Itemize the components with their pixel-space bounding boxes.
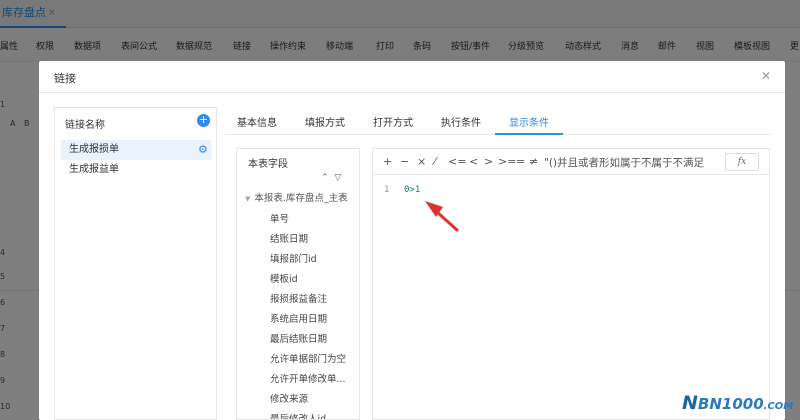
annotation-arrow-icon <box>425 201 459 232</box>
site-watermark: NBN1000.COM <box>682 392 793 414</box>
tab-exec-condition[interactable]: 执行条件 <box>441 114 481 129</box>
link-item-loss-report[interactable]: 生成报损单 ⚙ <box>61 140 211 160</box>
neq-operator-button[interactable]: ≠ <box>529 155 538 168</box>
tab-display-condition[interactable]: 显示条件 <box>509 114 549 129</box>
tab-fill-mode[interactable]: 填报方式 <box>305 114 345 129</box>
field-tree-panel: 本表字段 ⌃ ▽ ▼ 本报表.库存盘点_主表 单号 结账日期 填报部门id 模板i… <box>236 148 360 420</box>
plus-operator-button[interactable]: + <box>383 155 392 168</box>
field-item[interactable]: 单号 <box>270 211 289 225</box>
watermark-suffix: .COM <box>763 401 794 412</box>
close-icon[interactable]: ✕ <box>761 69 771 83</box>
expand-collapse-icon[interactable]: ⌃ <box>321 173 329 183</box>
field-item[interactable]: 模板id <box>270 271 298 285</box>
dialog-header: 链接 ✕ <box>39 61 785 93</box>
field-item[interactable]: 系统启用日期 <box>270 311 327 325</box>
field-item[interactable]: 最后修改人id <box>270 411 326 419</box>
gt-operator-button[interactable]: > <box>484 155 493 168</box>
link-dialog: 链接 ✕ 链接名称 + 生成报损单 ⚙ 生成报益单 基本信息 填报方式 打开方式… <box>39 61 785 420</box>
gte-operator-button[interactable]: >= <box>498 155 516 168</box>
field-item[interactable]: 最后结账日期 <box>270 331 327 345</box>
fx-function-button[interactable]: fx <box>725 153 759 171</box>
gear-icon[interactable]: ⚙ <box>198 140 208 160</box>
link-item-label: 生成报损单 <box>69 144 119 155</box>
add-link-button[interactable]: + <box>197 114 210 127</box>
filter-icon[interactable]: ▽ <box>334 173 341 183</box>
field-item[interactable]: 允许开单修改单... <box>270 371 346 385</box>
dialog-title: 链接 <box>54 72 76 85</box>
link-list-title: 链接名称 <box>65 120 105 131</box>
field-panel-title: 本表字段 <box>248 159 288 170</box>
field-tools: ⌃ ▽ <box>321 173 344 183</box>
field-item[interactable]: 填报部门id <box>270 251 317 265</box>
divide-operator-button[interactable]: ⁄ <box>434 155 436 168</box>
lt-operator-button[interactable]: < <box>469 155 478 168</box>
minus-operator-button[interactable]: − <box>400 155 409 168</box>
watermark-middle: BN1000 <box>697 395 764 413</box>
eq-operator-button[interactable]: = <box>516 155 525 168</box>
caret-down-icon[interactable]: ▼ <box>245 195 250 203</box>
link-item-gain-report[interactable]: 生成报益单 <box>61 160 211 180</box>
settings-tabs: 基本信息 填报方式 打开方式 执行条件 显示条件 <box>225 107 771 135</box>
logic-operators[interactable]: "()并且或者形如属于不属于不满足 <box>544 155 728 170</box>
active-tab-indicator <box>495 133 563 135</box>
link-item-label: 生成报益单 <box>69 164 119 175</box>
field-item[interactable]: 报损报益备注 <box>270 291 327 305</box>
lte-operator-button[interactable]: <= <box>448 155 466 168</box>
link-list-panel: 链接名称 + 生成报损单 ⚙ 生成报益单 <box>54 107 217 420</box>
tree-root-node[interactable]: ▼ 本报表.库存盘点_主表 <box>245 190 348 204</box>
watermark-prefix: N <box>682 392 698 414</box>
tab-open-mode[interactable]: 打开方式 <box>373 114 413 129</box>
tab-basic-info[interactable]: 基本信息 <box>237 114 277 129</box>
operator-toolbar: + − × ⁄ <= < > >= = ≠ "()并且或者形如属于不属于不满足 … <box>373 149 769 175</box>
field-item[interactable]: 结账日期 <box>270 231 308 245</box>
multiply-operator-button[interactable]: × <box>417 155 426 168</box>
field-item[interactable]: 允许单据部门为空 <box>270 351 346 365</box>
tree-root-label: 本报表.库存盘点_主表 <box>254 193 348 204</box>
field-item[interactable]: 修改来源 <box>270 391 308 405</box>
